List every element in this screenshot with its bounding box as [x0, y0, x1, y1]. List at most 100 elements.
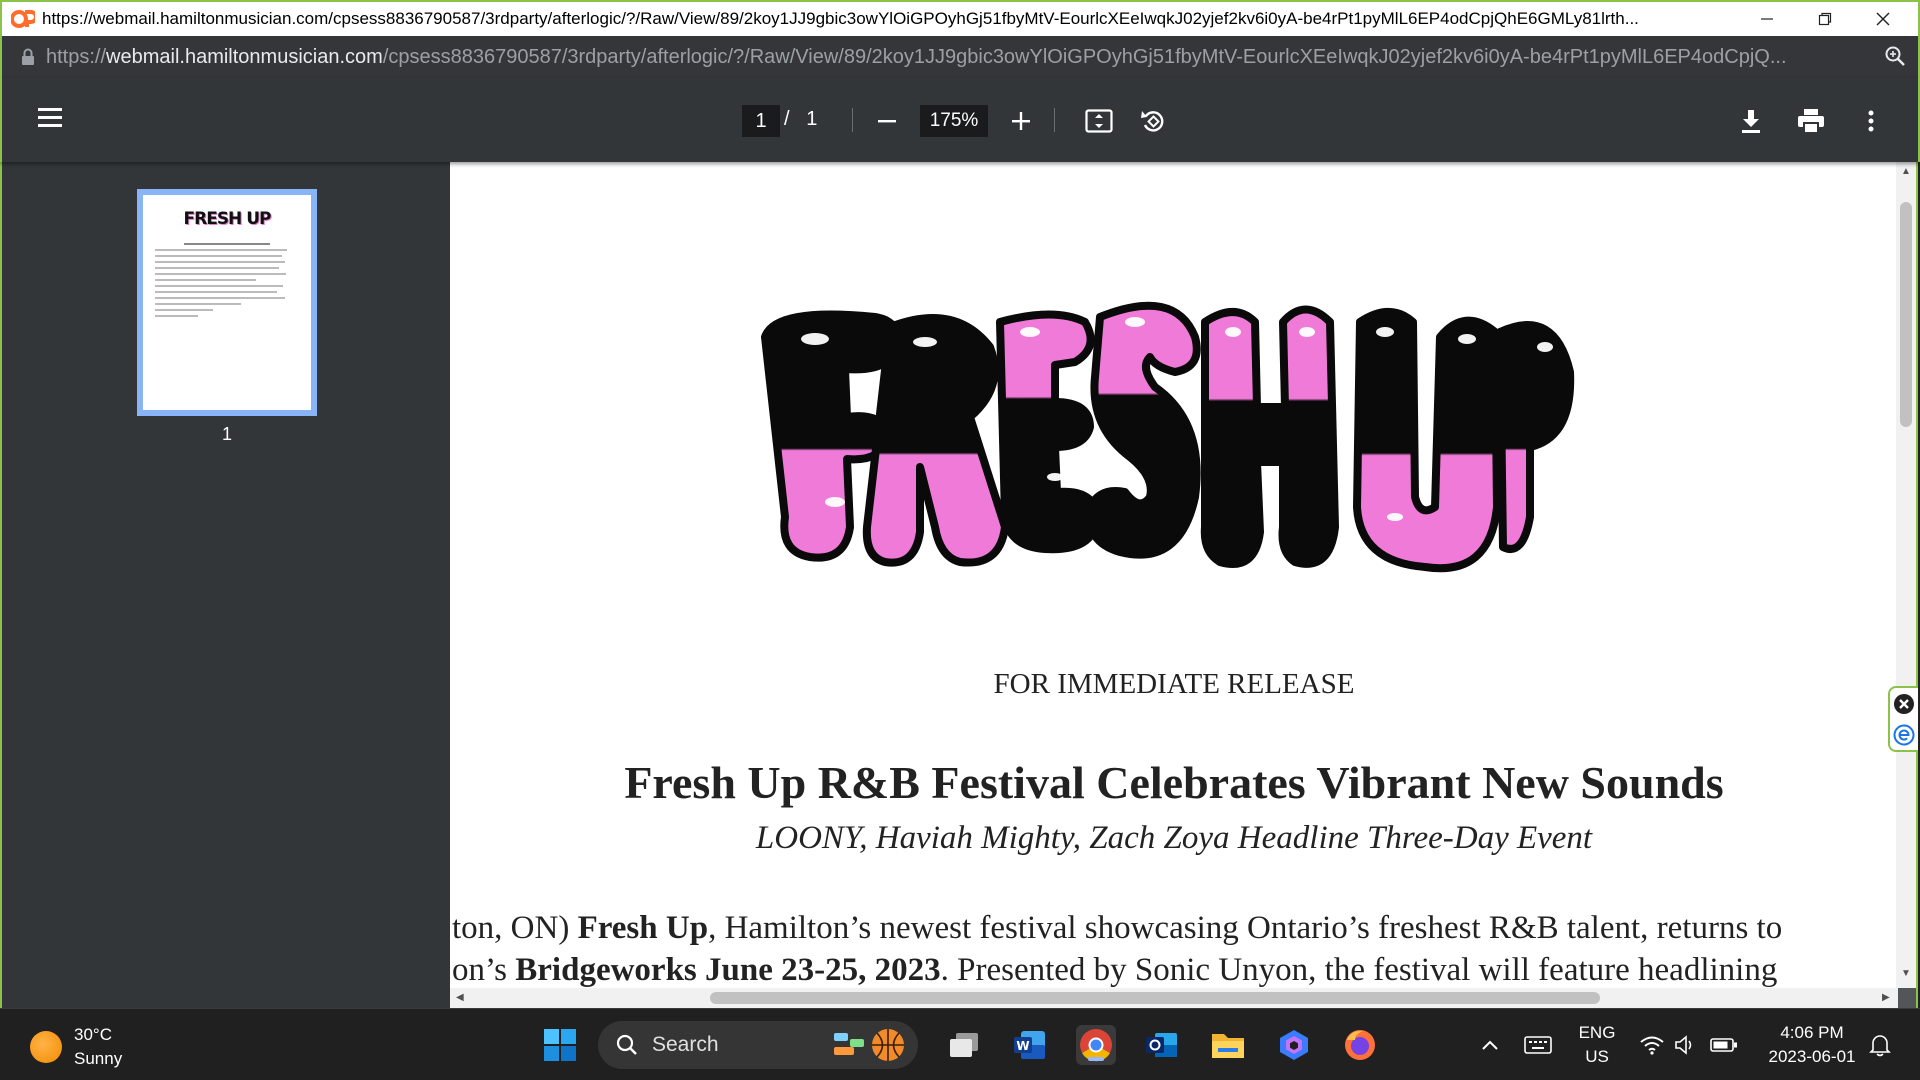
- rotate-counterclockwise-icon: [1141, 111, 1164, 132]
- weather-description: Sunny: [74, 1049, 123, 1068]
- extension-e-icon[interactable]: [1893, 724, 1915, 746]
- document-viewer[interactable]: FOR IMMEDIATE RELEASE Fresh Up R&B Festi…: [450, 162, 1918, 1008]
- window-title-bar[interactable]: https://webmail.hamiltonmusician.com/cps…: [0, 0, 1920, 36]
- restore-icon: [1818, 12, 1832, 26]
- page-count: / 1: [784, 108, 818, 130]
- release-label: FOR IMMEDIATE RELEASE: [993, 668, 1355, 700]
- thumbnail-line: [155, 315, 199, 317]
- input-language-indicator[interactable]: ENG US: [1566, 1021, 1628, 1069]
- magnifier-zoom-icon[interactable]: [1884, 45, 1906, 72]
- thumbnail-line: [155, 267, 279, 269]
- thumbnail-line: [155, 297, 285, 299]
- word-icon: W: [1014, 1031, 1045, 1059]
- chrome-app-button[interactable]: [1076, 1025, 1116, 1065]
- chevron-up-icon: [1482, 1040, 1498, 1050]
- print-button[interactable]: [1794, 104, 1828, 138]
- fit-page-icon: [1085, 109, 1113, 133]
- show-hidden-icons-button[interactable]: [1470, 1025, 1510, 1065]
- more-options-button[interactable]: [1854, 104, 1888, 138]
- fit-to-page-button[interactable]: [1082, 104, 1116, 138]
- sidebar-menu-button[interactable]: [38, 106, 64, 133]
- thumbnail-line: [155, 255, 282, 257]
- close-icon: [1876, 12, 1890, 26]
- restore-button[interactable]: [1796, 2, 1854, 36]
- minimize-button[interactable]: [1738, 2, 1796, 36]
- wifi-icon: [1640, 1036, 1664, 1055]
- start-button[interactable]: [540, 1025, 580, 1065]
- close-button[interactable]: [1854, 2, 1912, 36]
- url-text[interactable]: https://webmail.hamiltonmusician.com/cps…: [46, 46, 1856, 69]
- zoom-in-button[interactable]: [1004, 104, 1038, 138]
- pdf-toolbar: 1 / 1 175%: [0, 78, 1920, 162]
- zoom-level-input[interactable]: 175%: [920, 105, 988, 137]
- vertical-scroll-thumb[interactable]: [1900, 202, 1912, 427]
- lock-icon[interactable]: [10, 48, 46, 66]
- windows-taskbar: 30°C Sunny Search W ENG US 4:06 PM 2023-…: [0, 1008, 1920, 1080]
- scroll-right-arrow-icon[interactable]: ▶: [1882, 992, 1890, 1003]
- pdf-page: FOR IMMEDIATE RELEASE Fresh Up R&B Festi…: [450, 162, 1898, 988]
- close-circle-icon[interactable]: [1893, 693, 1915, 715]
- search-label: Search: [652, 1033, 719, 1056]
- download-icon: [1742, 110, 1760, 133]
- press-release-headline: Fresh Up R&B Festival Celebrates Vibrant…: [624, 757, 1724, 808]
- thumbnail-logo: FRESH UP: [183, 209, 272, 229]
- weather-widget[interactable]: 30°C Sunny: [30, 1023, 122, 1071]
- extension-side-widget: [1888, 686, 1918, 752]
- scroll-down-arrow-icon[interactable]: ▼: [1901, 968, 1911, 979]
- page-thumbnail[interactable]: FRESH UP: [137, 189, 317, 416]
- scroll-left-arrow-icon[interactable]: ◀: [456, 992, 464, 1003]
- active-app-indicator: [1088, 1057, 1104, 1061]
- clock[interactable]: 4:06 PM 2023-06-01: [1752, 1021, 1872, 1069]
- copilot-hexagon-icon: [1280, 1030, 1308, 1060]
- thumbnail-line: [155, 279, 256, 281]
- outlook-icon: [1146, 1033, 1177, 1057]
- download-button[interactable]: [1734, 104, 1768, 138]
- speaker-icon: [1675, 1035, 1692, 1055]
- taskbar-search-box[interactable]: Search: [598, 1021, 918, 1069]
- firefox-app-button[interactable]: [1340, 1025, 1380, 1065]
- battery-status[interactable]: [1704, 1025, 1744, 1065]
- file-explorer-button[interactable]: [1208, 1025, 1248, 1065]
- horizontal-scrollbar[interactable]: ◀ ▶: [450, 988, 1898, 1008]
- page-number-input[interactable]: 1: [742, 105, 780, 137]
- weather-temperature: 30°C: [74, 1025, 112, 1044]
- firefox-icon: [1345, 1030, 1375, 1060]
- thumbnail-line: [155, 249, 288, 251]
- thumbnail-line: [155, 303, 242, 305]
- cpanel-logo-icon: [10, 8, 36, 30]
- task-view-button[interactable]: [944, 1025, 984, 1065]
- thumbnail-line: [155, 273, 287, 275]
- scroll-up-arrow-icon[interactable]: ▲: [1901, 166, 1911, 177]
- battery-icon: [1710, 1038, 1737, 1052]
- plus-icon: [1012, 112, 1030, 130]
- thumbnail-line: [155, 309, 213, 311]
- outlook-app-button[interactable]: [1142, 1025, 1182, 1065]
- press-release-subheadline: LOONY, Haviah Mighty, Zach Zoya Headline…: [755, 820, 1593, 856]
- window-title: https://webmail.hamiltonmusician.com/cps…: [42, 9, 1639, 28]
- rotate-button[interactable]: [1136, 104, 1170, 138]
- vertical-scrollbar[interactable]: ▲ ▼: [1896, 162, 1916, 988]
- basketball-search-highlight-icon: [834, 1029, 904, 1061]
- svg-text:W: W: [1016, 1039, 1029, 1053]
- body-text-line: ton, ON) Fresh Up, Hamilton’s newest fes…: [452, 910, 1783, 946]
- sun-icon: [30, 1031, 62, 1063]
- copilot-app-button[interactable]: [1274, 1025, 1314, 1065]
- body-text-line: on’s Bridgeworks June 23-25, 2023. Prese…: [452, 952, 1778, 988]
- zoom-out-button[interactable]: [870, 104, 904, 138]
- task-view-icon: [950, 1033, 978, 1057]
- thumbnail-line: [155, 291, 278, 293]
- thumbnail-page-number: 1: [221, 424, 232, 444]
- notification-bell-icon: [1869, 1035, 1891, 1057]
- notification-center-button[interactable]: [1860, 1025, 1900, 1065]
- toolbar-divider: [1054, 108, 1055, 132]
- word-app-button[interactable]: W: [1010, 1025, 1050, 1065]
- minus-icon: [878, 120, 896, 123]
- horizontal-scroll-thumb[interactable]: [710, 992, 1600, 1004]
- thumbnail-line: [155, 261, 285, 263]
- touch-keyboard-button[interactable]: [1518, 1025, 1558, 1065]
- thumbnail-line: [155, 285, 284, 287]
- address-bar[interactable]: https://webmail.hamiltonmusician.com/cps…: [0, 36, 1920, 78]
- thumbnail-line: [183, 243, 271, 245]
- volume-status[interactable]: [1666, 1025, 1706, 1065]
- fresh-up-logo: [761, 301, 1575, 573]
